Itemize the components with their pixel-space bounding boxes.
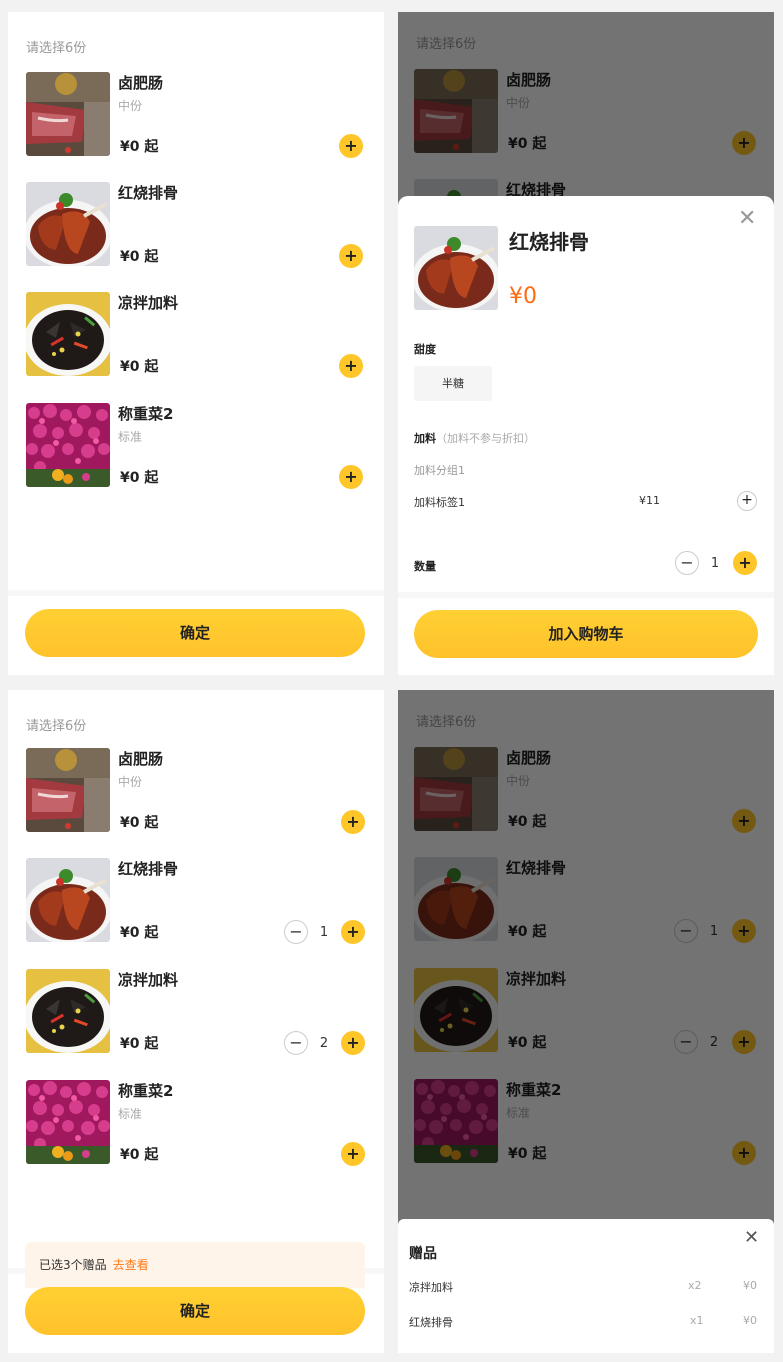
dish-price: ¥0 起 xyxy=(120,470,159,486)
dish-name: 卤肥肠 xyxy=(118,750,164,768)
list-item: 凉拌加料 ¥0 起 − 2 + xyxy=(26,969,366,1055)
plus-icon[interactable]: + xyxy=(341,810,365,834)
close-icon[interactable]: ✕ xyxy=(738,208,756,230)
gift-row-price: ¥0 xyxy=(743,1279,757,1292)
panel-spec-sheet: 请选择6份 卤肥肠 中份 ¥0 起 + 红烧排骨 ✕ 红烧排骨 ¥0 甜度 半糖… xyxy=(398,12,774,675)
list-item: 卤肥肠 中份 ¥0 起 + xyxy=(26,72,366,158)
minus-icon[interactable]: − xyxy=(284,1031,308,1055)
quantity-value: 1 xyxy=(710,556,720,571)
dish-spec: 标准 xyxy=(118,430,143,444)
selection-hint: 请选择6份 xyxy=(26,719,87,734)
confirm-button[interactable]: 确定 xyxy=(25,1287,365,1335)
dish-name: 凉拌加料 xyxy=(118,971,179,989)
topping-group: 加料分组1 xyxy=(414,464,465,477)
plus-icon[interactable]: + xyxy=(339,465,363,489)
dish-name: 红烧排骨 xyxy=(118,184,179,202)
plus-icon[interactable]: + xyxy=(341,1142,365,1166)
list-item: 称重菜2 标准 ¥0 起 + xyxy=(26,403,366,489)
topping-tag: 加料标签1 xyxy=(414,496,465,509)
sweetness-option[interactable]: 半糖 xyxy=(414,366,492,401)
sheet-price: ¥0 xyxy=(509,284,537,309)
dish-image xyxy=(26,292,110,376)
dish-price: ¥0 起 xyxy=(120,139,159,155)
dish-image xyxy=(26,969,110,1053)
dish-name: 称重菜2 xyxy=(118,405,174,423)
panel-gift-sheet: 请选择6份 卤肥肠 中份 ¥0 起 + 红烧排骨 ¥0 起 − 1 + 凉拌加料… xyxy=(398,690,774,1353)
dish-spec: 中份 xyxy=(118,99,143,113)
list-item: 卤肥肠 中份 ¥0 起 + xyxy=(26,748,366,834)
gift-sheet: ✕ 赠品 凉拌加料 x2 ¥0 红烧排骨 x1 ¥0 xyxy=(398,1219,774,1353)
sheet-dish-name: 红烧排骨 xyxy=(509,230,589,254)
plus-icon[interactable]: + xyxy=(341,920,365,944)
close-icon[interactable]: ✕ xyxy=(744,1229,759,1247)
panel-selection: 请选择6份 卤肥肠 中份 ¥0 起 + 红烧排骨 ¥0 起 + 凉拌加料 ¥0 … xyxy=(8,12,384,675)
dish-spec: 标准 xyxy=(118,1107,143,1121)
gift-summary-bar[interactable]: 已选3个赠品 去查看 xyxy=(25,1242,365,1288)
sweetness-label: 甜度 xyxy=(414,343,436,356)
gift-summary-text: 已选3个赠品 xyxy=(39,1258,107,1272)
dish-price: ¥0 起 xyxy=(120,1147,159,1163)
dish-price: ¥0 起 xyxy=(120,925,159,941)
quantity-label: 数量 xyxy=(414,560,436,573)
list-item: 红烧排骨 ¥0 起 − 1 + xyxy=(26,858,366,944)
gift-row-count: x2 xyxy=(688,1279,702,1292)
confirm-button[interactable]: 确定 xyxy=(25,609,365,657)
plus-icon[interactable]: + xyxy=(339,134,363,158)
plus-icon[interactable]: + xyxy=(341,1031,365,1055)
dish-name: 称重菜2 xyxy=(118,1082,174,1100)
gift-row-name: 红烧排骨 xyxy=(409,1316,453,1329)
dish-name: 凉拌加料 xyxy=(118,294,179,312)
list-item: 凉拌加料 ¥0 起 + xyxy=(26,292,366,378)
quantity-value: 2 xyxy=(319,1036,329,1051)
dish-image xyxy=(26,403,110,487)
dish-image xyxy=(26,72,110,156)
dish-image xyxy=(26,1080,110,1164)
toppings-label: 加料（加料不参与折扣） xyxy=(414,430,535,446)
divider xyxy=(398,592,774,598)
plus-icon[interactable]: + xyxy=(737,491,757,511)
quantity-value: 1 xyxy=(319,925,329,940)
divider xyxy=(8,590,384,596)
dish-price: ¥0 起 xyxy=(120,1036,159,1052)
dish-image xyxy=(26,182,110,266)
minus-icon[interactable]: − xyxy=(284,920,308,944)
dish-price: ¥0 起 xyxy=(120,359,159,375)
dish-price: ¥0 起 xyxy=(120,249,159,265)
dish-name: 卤肥肠 xyxy=(118,74,164,92)
plus-icon[interactable]: + xyxy=(339,354,363,378)
list-item: 称重菜2 标准 ¥0 起 + xyxy=(26,1080,366,1166)
selection-hint: 请选择6份 xyxy=(26,41,87,56)
plus-icon[interactable]: + xyxy=(733,551,757,575)
topping-price: ¥11 xyxy=(639,494,660,507)
plus-icon[interactable]: + xyxy=(339,244,363,268)
gift-row-price: ¥0 xyxy=(743,1314,757,1327)
dish-name: 红烧排骨 xyxy=(118,860,179,878)
dish-image xyxy=(26,748,110,832)
gift-row-name: 凉拌加料 xyxy=(409,1281,453,1294)
dish-price: ¥0 起 xyxy=(120,815,159,831)
list-item: 红烧排骨 ¥0 起 + xyxy=(26,182,366,268)
view-gifts-link[interactable]: 去查看 xyxy=(113,1258,149,1272)
add-to-cart-button[interactable]: 加入购物车 xyxy=(414,610,758,658)
toppings-title: 加料 xyxy=(414,432,436,445)
panel-with-gifts: 请选择6份 卤肥肠 中份 ¥0 起 + 红烧排骨 ¥0 起 − 1 + 凉拌加料… xyxy=(8,690,384,1353)
gift-row-count: x1 xyxy=(690,1314,704,1327)
dish-spec: 中份 xyxy=(118,775,143,789)
toppings-note: （加料不参与折扣） xyxy=(436,432,535,445)
spec-sheet: ✕ 红烧排骨 ¥0 甜度 半糖 加料（加料不参与折扣） 加料分组1 加料标签1 … xyxy=(398,196,774,675)
minus-icon[interactable]: − xyxy=(675,551,699,575)
gift-sheet-title: 赠品 xyxy=(409,1246,437,1262)
dish-image xyxy=(26,858,110,942)
dish-image xyxy=(414,226,498,310)
